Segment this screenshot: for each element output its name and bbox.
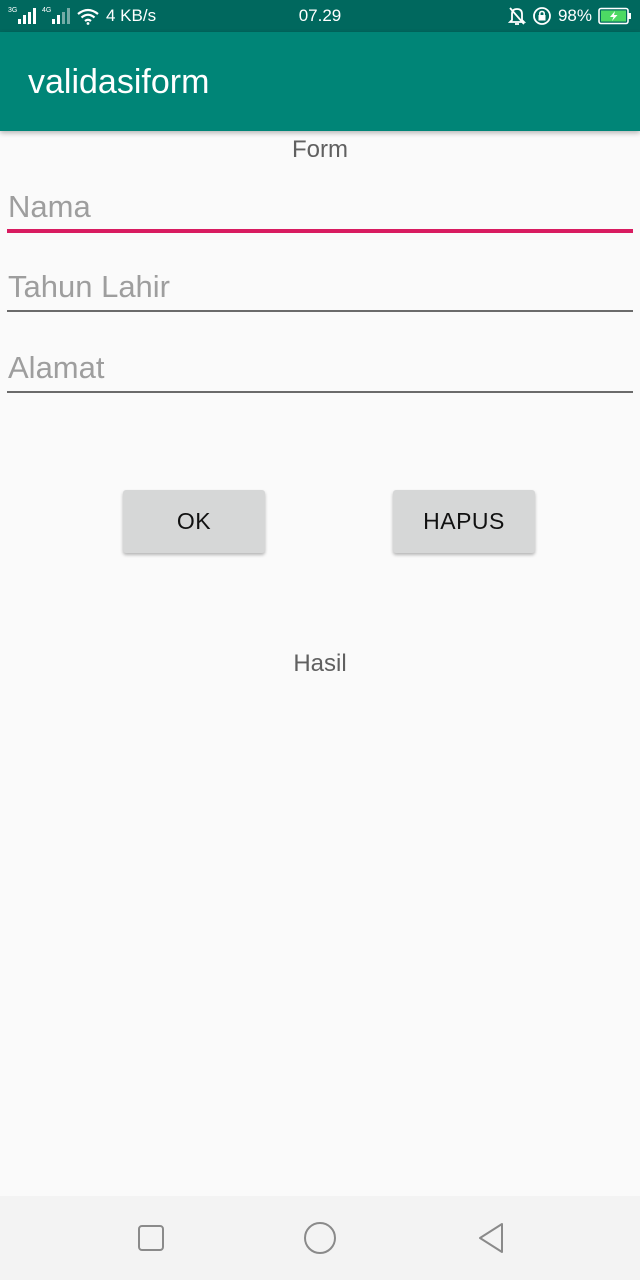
- wifi-icon: [77, 8, 99, 25]
- tahun-lahir-underline: [7, 310, 633, 312]
- tahun-lahir-field[interactable]: [7, 262, 633, 312]
- battery-percent: 98%: [557, 6, 592, 25]
- status-bar-right: 98%: [507, 0, 632, 32]
- nama-input[interactable]: [7, 182, 633, 232]
- tahun-lahir-input[interactable]: [7, 262, 633, 312]
- form-heading: Form: [292, 136, 348, 163]
- battery-charging-icon: [598, 7, 631, 25]
- nama-field[interactable]: [7, 182, 633, 232]
- app-title: validasiform: [28, 63, 210, 101]
- ok-button[interactable]: OK: [123, 490, 265, 553]
- recents-square-icon[interactable]: [127, 1214, 175, 1262]
- home-circle-icon[interactable]: [296, 1214, 344, 1262]
- result-text: Hasil: [293, 650, 347, 677]
- status-bar: 3G 4G 4 KB/s 07.29 98%: [0, 0, 640, 32]
- rotation-lock-icon: [533, 7, 551, 25]
- alamat-underline: [7, 391, 633, 393]
- status-bar-left: 3G 4G 4 KB/s: [8, 0, 156, 32]
- navigation-bar: [0, 1196, 640, 1280]
- network-speed: 4 KB/s: [106, 6, 157, 25]
- hapus-button[interactable]: HAPUS: [393, 490, 535, 553]
- nama-underline: [7, 229, 633, 233]
- app-bar: validasiform: [0, 32, 640, 131]
- alamat-input[interactable]: [7, 343, 633, 393]
- alamat-field[interactable]: [7, 343, 633, 393]
- signal-3g-icon: 3G: [8, 7, 36, 24]
- back-triangle-icon[interactable]: [468, 1214, 516, 1262]
- signal-4g-icon: 4G: [42, 7, 70, 24]
- mute-bell-icon: [507, 7, 526, 25]
